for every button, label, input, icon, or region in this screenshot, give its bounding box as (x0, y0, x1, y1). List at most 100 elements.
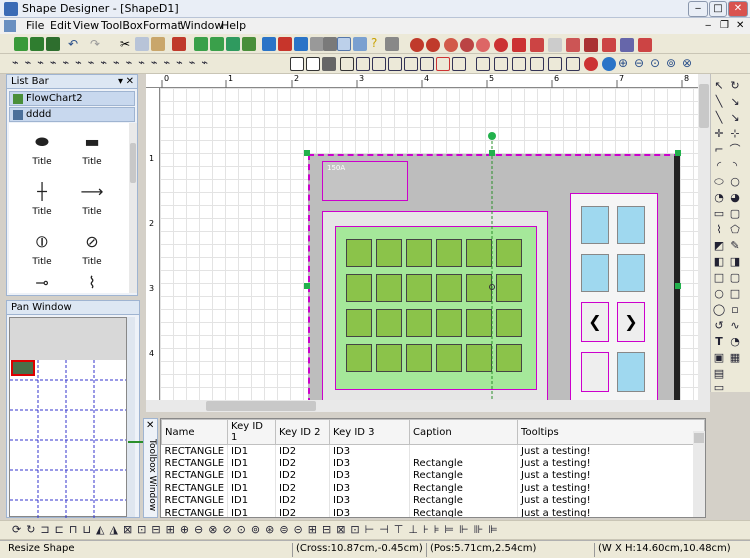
circle-small-icon[interactable]: ○ (712, 288, 726, 300)
mirror-tool-icon[interactable] (512, 57, 526, 71)
shape-b-icon[interactable] (426, 38, 440, 52)
shape-a-icon[interactable] (410, 38, 424, 52)
canvas-vscroll[interactable] (698, 74, 710, 400)
image-tool-icon[interactable]: ▣ (712, 352, 726, 364)
fill-icon[interactable]: ◩ (712, 240, 726, 252)
splitter-handle[interactable] (128, 441, 143, 443)
save-icon[interactable] (46, 37, 60, 51)
zoom-in-icon[interactable]: ⊕ (618, 56, 628, 70)
shape-n-icon[interactable] (638, 38, 652, 52)
mdi-restore-icon[interactable]: ❐ (720, 20, 729, 31)
zoom-fit-icon[interactable]: ⊙ (650, 56, 660, 70)
pan-scrollbar[interactable] (127, 317, 135, 517)
shape-item[interactable]: ⌇ (62, 273, 122, 293)
square-small-icon[interactable]: □ (728, 288, 742, 300)
maximize-button[interactable]: □ (709, 1, 727, 17)
freeform-icon[interactable]: ⌇ (712, 224, 726, 236)
shape-c-icon[interactable] (444, 38, 458, 52)
drawing-canvas[interactable]: 150A ❮ ❯ (160, 88, 698, 400)
bucket-icon[interactable]: ◧ (712, 256, 726, 268)
grid-icon[interactable] (323, 37, 337, 51)
delete-icon[interactable] (172, 37, 186, 51)
send-back-icon[interactable] (242, 37, 256, 51)
arrow-tool-icon[interactable]: ↘ (728, 96, 742, 108)
table-vscroll[interactable] (693, 431, 705, 517)
hscroll-thumb[interactable] (206, 401, 316, 411)
shape-k-icon[interactable] (584, 38, 598, 52)
shape-item[interactable]: ▬ Title (62, 127, 122, 177)
group-icon[interactable] (194, 37, 208, 51)
properties-icon[interactable] (353, 37, 367, 51)
flip-tool-icon[interactable] (476, 57, 490, 71)
arc2-icon[interactable]: ◝ (728, 160, 742, 172)
menu-file[interactable]: File (26, 19, 44, 32)
table-row[interactable]: RECTANGLE ID1 ID2 ID3 Rectangle Just a testin… (161, 469, 705, 482)
ellipse-tool-icon[interactable]: ⬭ (712, 176, 726, 188)
close-button[interactable]: ✕ (728, 1, 748, 17)
size-tool-icon[interactable] (388, 57, 402, 71)
table2-icon[interactable]: ▦ (728, 352, 742, 364)
page-icon[interactable] (294, 37, 308, 51)
table-row[interactable]: RECTANGLE ID1 ID2 ID3 Rectangle Just a testin… (161, 457, 705, 470)
edit-tools[interactable]: ⟳↻⊐⊏⊓⊔◭◮⊠⊡⊟⊞⊕⊖⊗⊘⊙⊚⊛⊜⊝⊞⊟⊠⊡⊢⊣⊤⊥⊦⊧⊨⊩⊪⊫ (12, 523, 503, 536)
list-scrollbar[interactable] (129, 123, 137, 293)
table-scroll-thumb[interactable] (694, 433, 704, 443)
group-dddd[interactable]: dddd (9, 107, 135, 122)
col-tooltips[interactable]: Tooltips (517, 419, 705, 445)
arc-icon[interactable]: ◜ (712, 160, 726, 172)
copy-icon[interactable] (135, 37, 149, 51)
pan-preview[interactable] (9, 317, 127, 518)
cross-icon[interactable]: ✛ (712, 128, 726, 140)
zoom-out-icon[interactable]: ⊖ (634, 56, 644, 70)
minimize-button[interactable]: ‒ (688, 1, 708, 17)
shape-d-icon[interactable] (460, 38, 474, 52)
pie2-icon[interactable]: ◔ (728, 336, 742, 348)
vscroll-thumb[interactable] (699, 84, 709, 128)
menu-format[interactable]: Format (143, 19, 182, 32)
circle-tool-icon[interactable]: ○ (728, 176, 742, 188)
curve-icon[interactable]: ⌒ (728, 144, 742, 156)
lock-tool-icon[interactable] (530, 57, 544, 71)
center-tool-icon[interactable] (452, 57, 466, 71)
box-tool-icon[interactable] (306, 57, 320, 71)
diag-line-icon[interactable]: ╲ (712, 112, 726, 124)
open-icon[interactable] (30, 37, 44, 51)
callout2-icon[interactable]: ▢ (728, 208, 742, 220)
mdi-minimize-icon[interactable]: ‒ (705, 20, 711, 31)
shape-item[interactable]: ⟶ Title (62, 177, 122, 227)
shape-l-icon[interactable] (602, 38, 616, 52)
shape-i-icon[interactable] (548, 38, 562, 52)
menu-view[interactable]: View (73, 19, 99, 32)
roundrect-icon[interactable]: ▢ (728, 272, 742, 284)
frame-tool-icon[interactable] (436, 57, 450, 71)
pointer-icon[interactable] (385, 37, 399, 51)
callout-icon[interactable]: ▭ (712, 208, 726, 220)
cross-tool-icon[interactable] (340, 57, 354, 71)
layer-icon[interactable] (278, 37, 292, 51)
zoom-icon[interactable] (262, 37, 276, 51)
table-row[interactable]: RECTANGLE ID1 ID2 ID3 Just a testing! (161, 444, 705, 457)
connector-tools[interactable]: ⌁⌁⌁⌁⌁⌁⌁⌁⌁⌁⌁⌁⌁⌁⌁⌁ (12, 56, 214, 69)
shape-g-icon[interactable] (512, 38, 526, 52)
rotate-tool-icon[interactable] (494, 57, 508, 71)
link-tool-icon[interactable] (548, 57, 562, 71)
zoom-page-icon[interactable]: ⊚ (666, 56, 676, 70)
scroll-thumb[interactable] (130, 143, 136, 183)
shape-e-icon[interactable] (476, 38, 490, 52)
col-name[interactable]: Name (161, 419, 229, 445)
col-keyid2[interactable]: Key ID 2 (275, 419, 331, 445)
col-keyid3[interactable]: Key ID 3 (329, 419, 411, 445)
shape-h-icon[interactable] (530, 38, 544, 52)
col-keyid1[interactable]: Key ID 1 (227, 419, 277, 445)
square2-icon[interactable]: ▫ (728, 304, 742, 316)
table-row[interactable]: RECTANGLE ID1 ID2 ID3 Rectangle Just a testin… (161, 482, 705, 495)
menu-window[interactable]: Window (180, 19, 223, 32)
align-icon[interactable] (310, 37, 324, 51)
table-row[interactable]: RECTANGLE ID1 ID2 ID3 Rectangle Just a testin… (161, 494, 705, 507)
align-tool-icon[interactable] (356, 57, 370, 71)
select-tool-icon[interactable]: ↖ (712, 80, 726, 92)
undo-icon[interactable]: ↶ (68, 37, 78, 51)
shape-m-icon[interactable] (620, 38, 634, 52)
group-flowchart2[interactable]: FlowChart2 (9, 91, 135, 106)
canvas-hscroll[interactable] (146, 400, 710, 412)
